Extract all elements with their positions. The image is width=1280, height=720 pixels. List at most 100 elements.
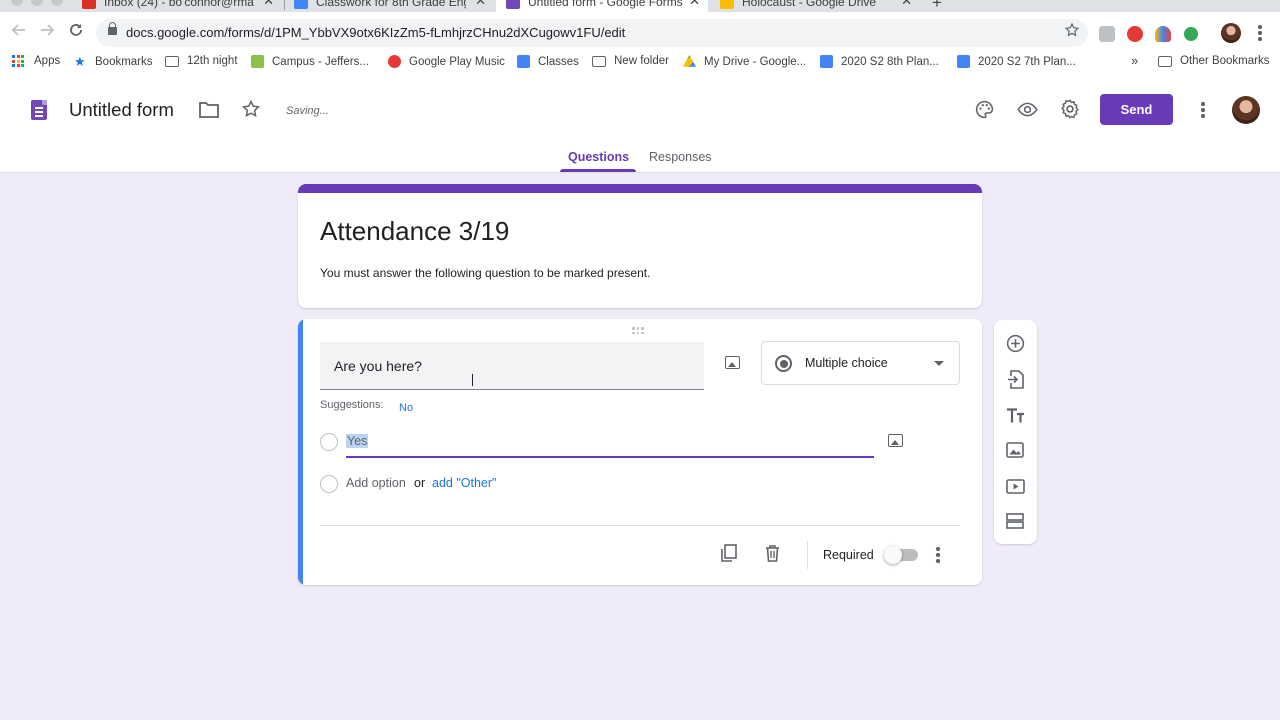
address-bar[interactable]: docs.google.com/forms/d/1PM_YbbVX9otx6KI… — [96, 19, 1088, 47]
add-other-button[interactable]: add "Other" — [432, 476, 496, 490]
add-question-icon[interactable] — [1005, 333, 1025, 353]
side-toolbar — [994, 320, 1037, 544]
browser-toolbar: docs.google.com/forms/d/1PM_YbbVX9otx6KI… — [0, 12, 1280, 52]
extension-icon[interactable] — [1099, 26, 1115, 42]
folder-icon — [1158, 55, 1172, 67]
lock-icon — [108, 22, 117, 35]
google-forms-logo-icon[interactable] — [31, 100, 47, 120]
form-title-card[interactable]: Attendance 3/19 You must answer the foll… — [298, 184, 982, 308]
document-title[interactable]: Untitled form — [69, 99, 174, 121]
bookmark-label: New folder — [614, 55, 669, 67]
bookmark-label: My Drive - Google... — [704, 55, 807, 68]
option-image-icon[interactable] — [888, 434, 903, 447]
tab-title: Inbox (24) - bo'connor@rmae.o — [104, 0, 254, 9]
add-image-icon[interactable] — [1005, 440, 1025, 460]
suggestion-chip[interactable]: No — [399, 402, 413, 414]
required-toggle[interactable] — [884, 546, 918, 564]
forward-icon[interactable] — [37, 22, 57, 43]
bookmark-bookmarks[interactable]: ★ Bookmarks — [74, 55, 153, 68]
add-option-button[interactable]: Add option — [346, 476, 406, 490]
required-label: Required — [823, 548, 874, 562]
close-tab-icon[interactable]: ✕ — [689, 0, 700, 9]
play-music-icon — [388, 55, 401, 68]
add-option-radio-icon — [320, 475, 338, 493]
question-card[interactable]: Are you here? Multiple choice Suggestion… — [298, 319, 982, 585]
new-tab-button[interactable]: + — [932, 0, 942, 12]
close-window-button[interactable] — [11, 0, 23, 6]
tab-title: Holocaust - Google Drive — [742, 0, 877, 9]
palette-icon[interactable] — [974, 99, 995, 125]
drag-handle-icon[interactable] — [632, 327, 644, 334]
forms-header: Untitled form Saving... Send Questions R… — [0, 72, 1280, 173]
bookmark-label: 2020 S2 7th Plan... — [978, 55, 1076, 68]
close-tab-icon[interactable]: ✕ — [263, 0, 274, 9]
save-status: Saving... — [286, 105, 329, 117]
duplicate-icon[interactable] — [720, 544, 738, 568]
import-questions-icon[interactable] — [1005, 369, 1025, 389]
question-type-dropdown[interactable]: Multiple choice — [761, 341, 960, 385]
bookmark-12th-night[interactable]: 12th night — [165, 55, 238, 67]
settings-gear-icon[interactable] — [1059, 98, 1081, 125]
browser-tab-forms[interactable]: Untitled form - Google Forms ✕ — [496, 0, 708, 12]
user-avatar[interactable] — [1232, 96, 1260, 124]
bookmarks-overflow-button[interactable]: » — [1131, 53, 1138, 68]
bookmark-label: Classes — [538, 55, 579, 68]
question-more-options-icon[interactable] — [936, 547, 940, 563]
or-text: or — [414, 476, 426, 490]
browser-tab-gmail[interactable]: Inbox (24) - bo'connor@rmae.o ✕ — [72, 0, 282, 12]
add-video-icon[interactable] — [1005, 476, 1025, 496]
extension-icon[interactable] — [1155, 26, 1171, 42]
bookmark-apps[interactable]: Apps — [12, 55, 60, 67]
send-button[interactable]: Send — [1100, 94, 1173, 125]
bookmark-google-play-music[interactable]: Google Play Music — [388, 55, 505, 68]
bookmark-my-drive[interactable]: My Drive - Google... — [683, 55, 806, 68]
back-icon[interactable] — [9, 22, 29, 43]
bookmark-8th-plan[interactable]: 2020 S2 8th Plan... — [820, 55, 939, 68]
gmail-icon — [82, 0, 96, 9]
bookmark-star-icon[interactable] — [1064, 22, 1080, 43]
maximize-window-button[interactable] — [51, 0, 63, 6]
browser-menu-icon[interactable] — [1258, 25, 1262, 41]
bookmark-other-bookmarks[interactable]: Other Bookmarks — [1158, 55, 1269, 67]
preview-eye-icon[interactable] — [1016, 99, 1039, 125]
browser-tab-classroom[interactable]: Classwork for 8th Grade Englis ✕ — [284, 0, 494, 12]
tab-responses[interactable]: Responses — [649, 150, 712, 164]
add-title-icon[interactable] — [1005, 405, 1025, 425]
suggestions-label: Suggestions: — [320, 399, 384, 411]
question-title-input[interactable]: Are you here? — [320, 342, 704, 390]
form-title[interactable]: Attendance 3/19 — [320, 216, 509, 247]
more-options-icon[interactable] — [1201, 102, 1205, 118]
tab-title: Classwork for 8th Grade Englis — [316, 0, 466, 9]
reload-icon[interactable] — [66, 22, 86, 43]
close-tab-icon[interactable]: ✕ — [475, 0, 486, 9]
bookmark-new-folder[interactable]: New folder — [592, 55, 669, 67]
minimize-window-button[interactable] — [31, 0, 43, 6]
docs-icon — [957, 55, 970, 68]
profile-avatar[interactable] — [1221, 23, 1241, 43]
extension-icon[interactable] — [1184, 27, 1198, 41]
add-section-icon[interactable] — [1005, 511, 1025, 531]
tab-title: Untitled form - Google Forms — [528, 0, 683, 9]
star-icon[interactable] — [241, 99, 261, 124]
option-input[interactable]: Yes — [346, 432, 874, 458]
form-description[interactable]: You must answer the following question t… — [320, 266, 650, 280]
bookmark-campus[interactable]: Campus - Jeffers... — [251, 55, 369, 68]
extension-icon[interactable] — [1127, 26, 1143, 42]
close-tab-icon[interactable]: ✕ — [901, 0, 912, 9]
drive-icon — [683, 55, 696, 67]
bookmark-label: Apps — [34, 55, 61, 67]
folder-icon — [165, 55, 179, 67]
add-image-icon[interactable] — [725, 356, 740, 369]
folder-icon[interactable] — [199, 101, 219, 123]
browser-tab-drive[interactable]: Holocaust - Google Drive ✕ — [710, 0, 920, 12]
bookmark-7th-plan[interactable]: 2020 S2 7th Plan... — [957, 55, 1076, 68]
divider — [320, 525, 960, 526]
bookmark-classes[interactable]: Classes — [517, 55, 579, 68]
radio-button-icon — [775, 355, 792, 372]
delete-trash-icon[interactable] — [765, 545, 780, 567]
bookmark-label: 2020 S2 8th Plan... — [841, 55, 939, 68]
classes-icon — [517, 55, 530, 68]
forms-icon — [506, 0, 520, 9]
tab-questions[interactable]: Questions — [568, 150, 629, 164]
question-type-label: Multiple choice — [805, 356, 888, 370]
